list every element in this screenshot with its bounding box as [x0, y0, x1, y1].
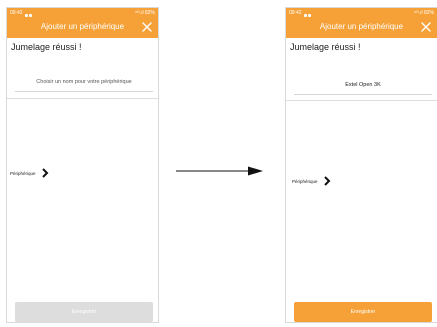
- device-row[interactable]: Périphérique: [292, 175, 331, 187]
- status-right: ⁶ᴳ.ıl 82%: [135, 10, 155, 16]
- save-button[interactable]: Enregistrer: [294, 302, 432, 322]
- notification-icons: [25, 11, 35, 17]
- header-title: Ajouter un périphérique: [40, 22, 125, 31]
- divider: [7, 98, 158, 99]
- close-icon[interactable]: [419, 20, 433, 34]
- app-header: 09:42 ⁶ᴳ.ıl 82% Ajouter un périphérique: [286, 8, 437, 38]
- status-time: 09:42: [10, 10, 23, 16]
- device-row[interactable]: Périphérique: [10, 167, 49, 179]
- status-right: ⁶ᴳ.ıl 82%: [414, 10, 434, 16]
- phone-screen-before: 09:42 ⁶ᴳ.ıl 82% Ajouter un périphérique …: [6, 7, 159, 323]
- chevron-right-icon: [323, 176, 331, 186]
- device-row-label: Périphérique: [292, 178, 318, 184]
- pairing-success-heading: Jumelage réussi !: [11, 42, 82, 52]
- app-header: 09:42 ⁶ᴳ.ıl 82% Ajouter un périphérique: [7, 8, 158, 38]
- transition-arrow-icon: [176, 163, 263, 176]
- device-row-label: Périphérique: [10, 170, 36, 176]
- divider: [286, 100, 437, 101]
- status-time: 09:42: [289, 10, 302, 16]
- header-title: Ajouter un périphérique: [319, 22, 404, 31]
- pairing-success-heading: Jumelage réussi !: [290, 42, 361, 52]
- notification-icons: [304, 11, 314, 17]
- device-name-input[interactable]: Extel Open 3K: [294, 75, 432, 95]
- chevron-right-icon: [41, 168, 49, 178]
- save-button[interactable]: Enregistrer: [15, 302, 153, 322]
- device-name-input[interactable]: Choisir un nom pour votre périphérique: [15, 72, 153, 92]
- close-icon[interactable]: [140, 20, 154, 34]
- status-bar: 09:42 ⁶ᴳ.ıl 82%: [7, 8, 158, 18]
- phone-screen-after: 09:42 ⁶ᴳ.ıl 82% Ajouter un périphérique …: [285, 7, 437, 323]
- status-bar: 09:42 ⁶ᴳ.ıl 82%: [286, 8, 437, 18]
